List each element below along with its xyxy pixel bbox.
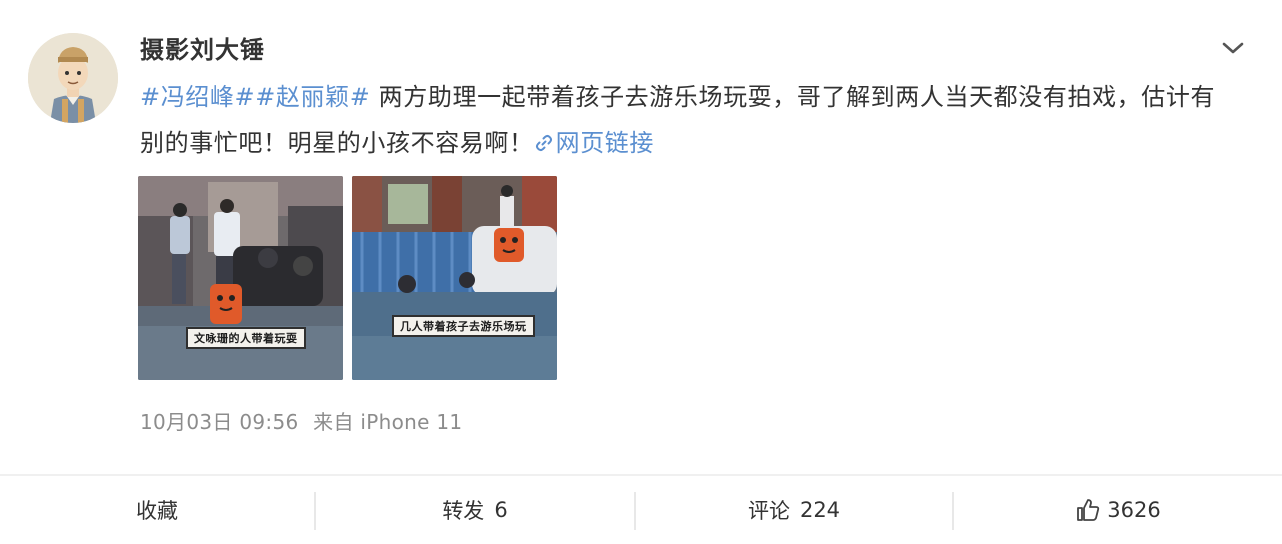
avatar[interactable] xyxy=(28,33,118,123)
post-menu-button[interactable] xyxy=(1218,36,1248,60)
username[interactable]: 摄影刘大锤 xyxy=(140,30,265,65)
action-bar: 收藏 转发 6 评论 224 3626 xyxy=(0,476,1282,544)
repost-label: 转发 xyxy=(442,499,485,523)
favorite-label: 收藏 xyxy=(136,499,178,523)
link-icon xyxy=(535,134,552,152)
web-link[interactable]: 网页链接 xyxy=(534,129,654,157)
repost-button[interactable]: 转发 6 xyxy=(316,476,634,544)
comment-button[interactable]: 评论 224 xyxy=(636,476,952,544)
web-link-label: 网页链接 xyxy=(555,129,655,157)
thumbs-up-icon xyxy=(1077,499,1100,521)
post-meta: 10月03日 09:56 来自 iPhone 11 xyxy=(140,406,470,435)
favorite-button[interactable]: 收藏 xyxy=(0,476,314,544)
avatar-illustration xyxy=(28,33,118,123)
post-text: #冯绍峰##赵丽颖# 两方助理一起带着孩子去游乐场玩耍，哥了解到两人当天都没有拍… xyxy=(140,74,1220,166)
weibo-post-card: 摄影刘大锤 #冯绍峰##赵丽颖# 两方助理一起带着孩子去游乐场玩耍，哥了解到两人… xyxy=(0,0,1282,544)
hashtag-link[interactable]: #冯绍峰# xyxy=(140,83,255,111)
image-caption: 文咏珊的人带着玩耍 xyxy=(186,327,306,349)
comment-label: 评论 xyxy=(747,499,790,523)
chevron-down-icon xyxy=(1222,42,1244,54)
image-caption: 几人带着孩子去游乐场玩 xyxy=(392,315,535,337)
street-photo xyxy=(138,176,343,380)
post-image[interactable]: 几人带着孩子去游乐场玩 xyxy=(352,176,557,380)
amusement-park-photo xyxy=(352,176,557,380)
repost-count: 6 xyxy=(494,498,508,522)
post-timestamp[interactable]: 10月03日 09:56 xyxy=(140,410,299,434)
like-button[interactable]: 3626 xyxy=(954,476,1282,544)
like-count: 3626 xyxy=(1107,498,1161,522)
post-source: 来自 iPhone 11 xyxy=(313,410,463,434)
comment-count: 224 xyxy=(799,498,841,522)
post-image[interactable]: 文咏珊的人带着玩耍 xyxy=(138,176,343,380)
hashtag-link[interactable]: #赵丽颖# xyxy=(255,83,370,111)
